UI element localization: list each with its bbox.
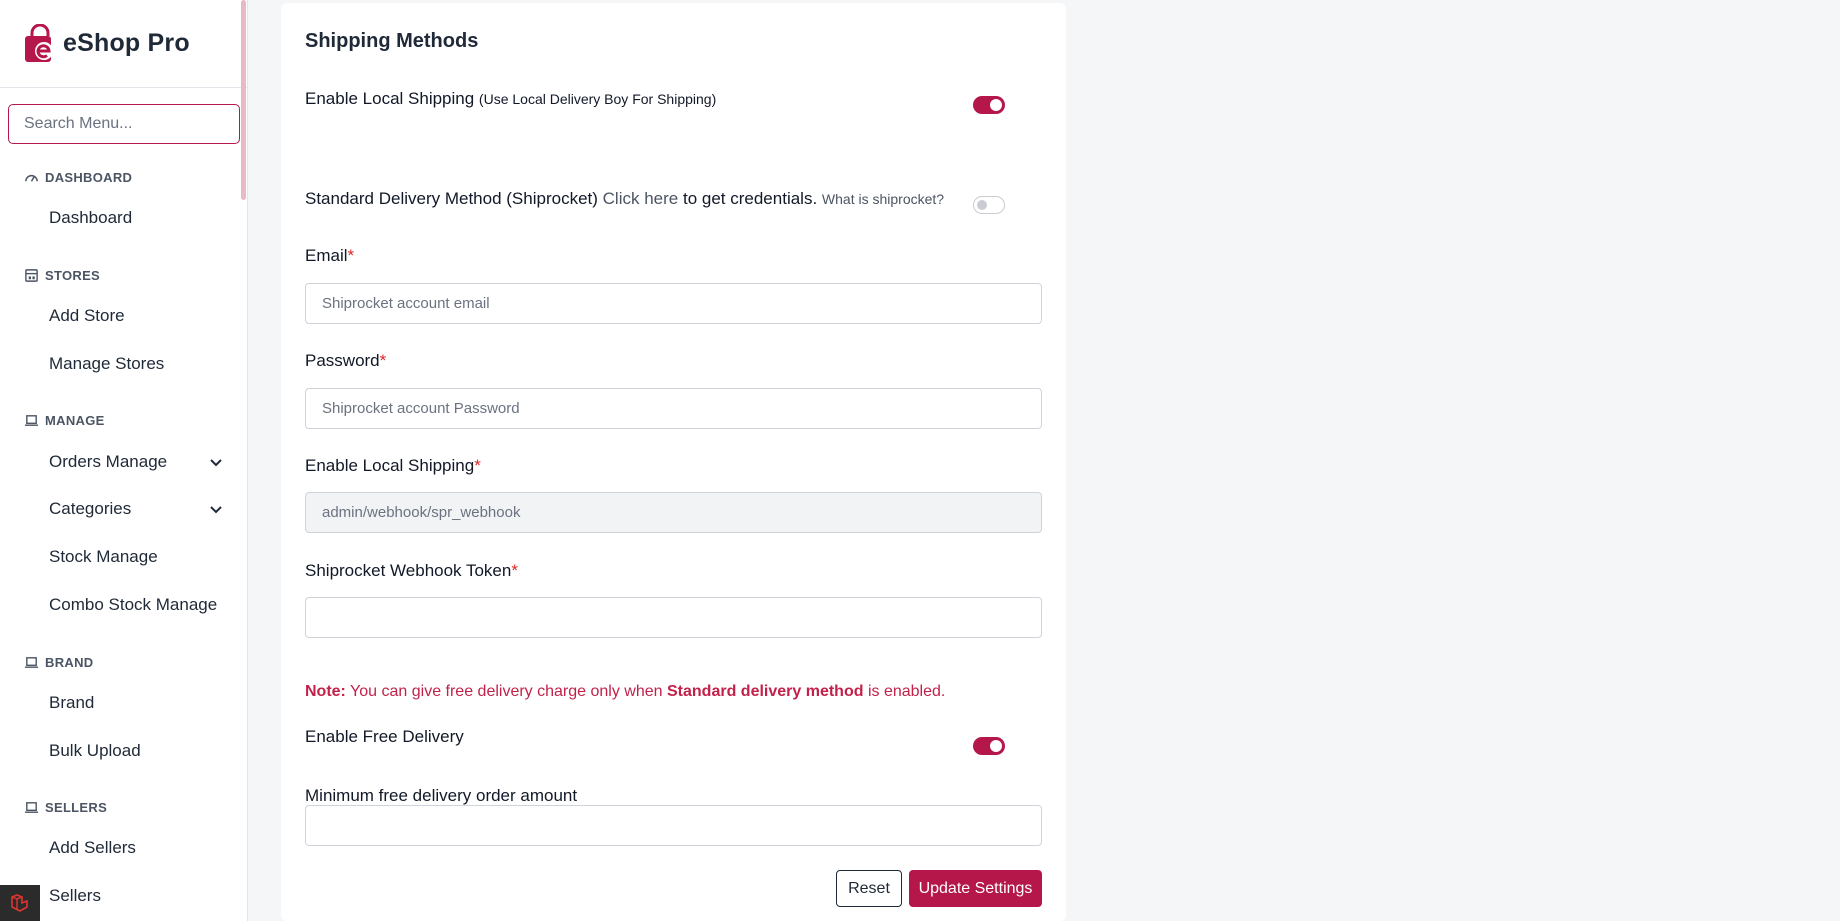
webhook-url-label: Enable Local Shipping* xyxy=(305,456,481,475)
sidebar-item-categories[interactable]: Categories xyxy=(0,485,240,533)
logo-text: eShop Pro xyxy=(63,29,190,57)
sidebar-item-add-sellers[interactable]: Add Sellers xyxy=(0,824,240,872)
local-shipping-hint: (Use Local Delivery Boy For Shipping) xyxy=(478,91,717,107)
shopping-bag-logo-icon xyxy=(25,23,53,62)
logo[interactable]: eShop Pro xyxy=(0,0,247,88)
section-stores: STORES xyxy=(0,265,240,285)
laptop-icon xyxy=(24,414,39,426)
free-delivery-note: Note: You can give free delivery charge … xyxy=(305,683,946,700)
laptop-icon xyxy=(24,801,39,813)
chevron-down-icon xyxy=(210,459,222,467)
email-field[interactable] xyxy=(305,283,1042,324)
sidebar-scrollbar[interactable] xyxy=(241,0,246,200)
sidebar-item-stock-manage[interactable]: Stock Manage xyxy=(0,533,240,581)
chevron-down-icon xyxy=(210,506,222,514)
free-delivery-toggle[interactable] xyxy=(973,737,1005,755)
credentials-link[interactable]: Click here xyxy=(603,189,679,208)
laravel-logo-icon xyxy=(11,894,28,912)
store-icon xyxy=(25,268,38,282)
debug-toolbar-toggle[interactable] xyxy=(0,885,40,921)
sidebar-item-manage-stores[interactable]: Manage Stores xyxy=(0,340,240,388)
laptop-icon xyxy=(24,656,39,668)
search-menu-input[interactable] xyxy=(8,104,240,144)
reset-button[interactable]: Reset xyxy=(836,870,902,907)
sidebar-item-add-store[interactable]: Add Store xyxy=(0,292,240,340)
min-amount-field[interactable] xyxy=(305,805,1042,846)
local-shipping-label: Enable Local Shipping (Use Local Deliver… xyxy=(305,89,717,108)
sidebar-item-bulk-upload[interactable]: Bulk Upload xyxy=(0,727,240,775)
gauge-icon xyxy=(25,174,38,182)
free-delivery-label: Enable Free Delivery xyxy=(305,727,464,746)
webhook-token-label: Shiprocket Webhook Token* xyxy=(305,561,518,580)
sidebar-item-combo-stock-manage[interactable]: Combo Stock Manage xyxy=(0,581,240,629)
section-brand: BRAND xyxy=(0,652,240,672)
section-dashboard: DASHBOARD xyxy=(0,167,240,187)
standard-delivery-label: Standard Delivery Method (Shiprocket) Cl… xyxy=(305,189,945,208)
sidebar-item-orders-manage[interactable]: Orders Manage xyxy=(0,438,240,486)
webhook-url-field[interactable] xyxy=(305,492,1042,533)
update-settings-button[interactable]: Update Settings xyxy=(909,870,1042,907)
sidebar-item-brand[interactable]: Brand xyxy=(0,679,240,727)
sidebar-item-dashboard[interactable]: Dashboard xyxy=(0,194,240,242)
local-shipping-toggle[interactable] xyxy=(973,96,1005,114)
email-label: Email* xyxy=(305,246,355,265)
page-title: Shipping Methods xyxy=(305,30,479,52)
password-label: Password* xyxy=(305,351,387,370)
what-is-shiprocket-link[interactable]: What is shiprocket? xyxy=(822,191,944,207)
sidebar: eShop Pro DASHBOARD Dashboard STORES Add… xyxy=(0,0,248,921)
webhook-token-field[interactable] xyxy=(305,597,1042,638)
password-field[interactable] xyxy=(305,388,1042,429)
section-sellers: SELLERS xyxy=(0,797,240,817)
section-manage: MANAGE xyxy=(0,410,240,430)
shipping-methods-card: Shipping Methods Enable Local Shipping (… xyxy=(281,3,1066,921)
standard-delivery-toggle[interactable] xyxy=(973,196,1005,214)
min-amount-label: Minimum free delivery order amount xyxy=(305,786,578,805)
